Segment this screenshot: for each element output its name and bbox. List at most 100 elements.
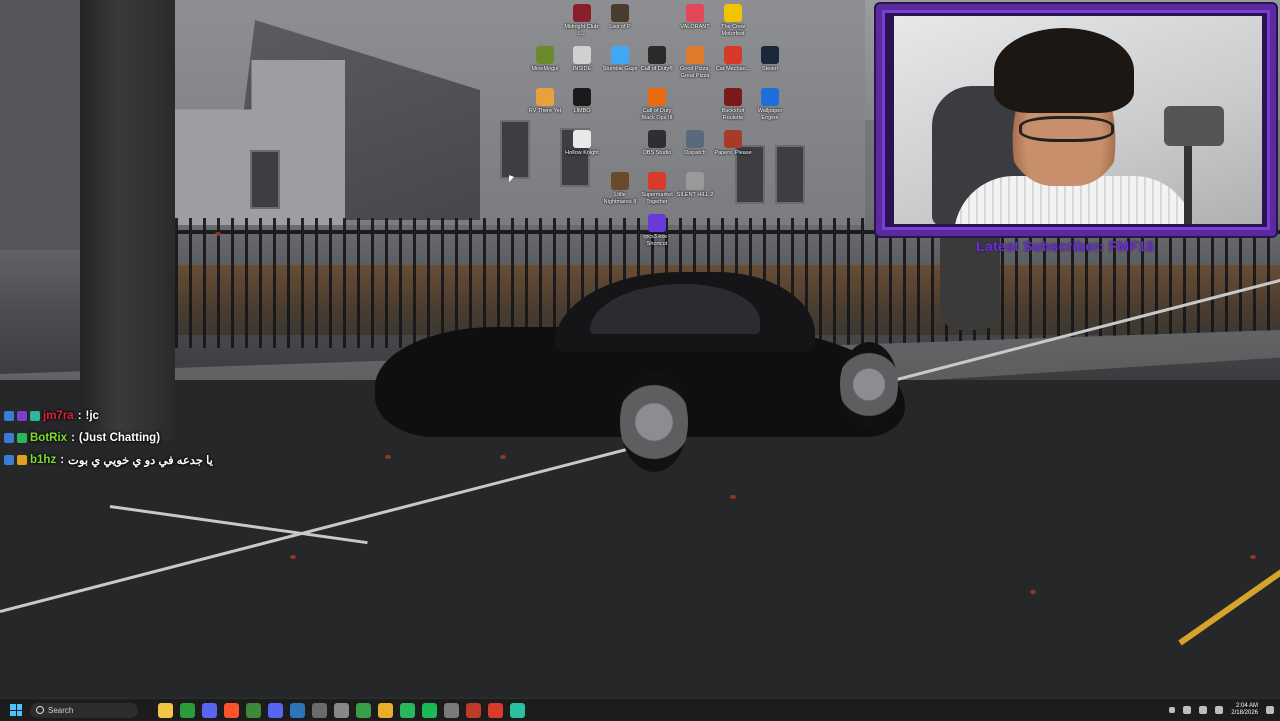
desktop-shortcut[interactable]: VALORANT xyxy=(676,4,714,31)
network-icon[interactable] xyxy=(1183,706,1192,714)
desktop-shortcut[interactable]: SILENT HILL 2 xyxy=(676,172,714,199)
tool-app-icon[interactable] xyxy=(444,702,459,718)
wallpaper-left-building xyxy=(0,0,90,250)
brave-icon[interactable] xyxy=(224,702,239,718)
system-tray: 2:04 AM 2/18/2026 xyxy=(1169,703,1274,717)
hollow-knight-icon xyxy=(573,130,591,148)
leaf xyxy=(385,455,391,459)
desktop-shortcut-label: VALORANT xyxy=(680,24,710,30)
papers-please-icon xyxy=(724,130,742,148)
midnight-club-icon xyxy=(573,4,591,22)
desktop-shortcut[interactable]: Car Mechan... xyxy=(714,46,752,73)
capcut-icon[interactable] xyxy=(488,702,503,718)
car-mechanic-icon xyxy=(724,46,742,64)
desktop-shortcut[interactable]: Wallpaper Engine xyxy=(751,88,789,121)
desktop-shortcut[interactable]: Steam xyxy=(751,46,789,73)
desktop-shortcut[interactable]: Stumble Guys xyxy=(601,46,639,73)
desktop-shortcut-label: Good Pizza, Great Pizza xyxy=(680,66,710,79)
desktop-shortcut-label: Car Mechan... xyxy=(715,66,751,72)
rpcs3-icon xyxy=(648,214,666,232)
chat-overlay: jm7ra: !jc BotRix: (Just Chatting) b1hz: يا ج… xyxy=(4,405,213,471)
settings-app-icon[interactable] xyxy=(334,702,349,718)
desktop-shortcut[interactable]: OBS Studio xyxy=(638,130,676,157)
taskbar-apps xyxy=(158,702,525,718)
stream-app-icon[interactable] xyxy=(510,702,525,718)
game-app-icon[interactable] xyxy=(312,702,327,718)
chat-text: يا جدعه في دو ي خويي ي بوت xyxy=(68,455,213,467)
chat-app-icon[interactable] xyxy=(246,702,261,718)
taskbar: Search 2:04 AM 2/18/2026 xyxy=(0,698,1280,721)
taskbar-clock[interactable]: 2:04 AM 2/18/2026 xyxy=(1231,703,1258,717)
chevron-up-icon[interactable] xyxy=(1169,707,1176,713)
desktop-shortcut[interactable]: Papers, Please xyxy=(714,130,752,157)
desktop-shortcut-label: Papers, Please xyxy=(714,150,752,156)
chat-message: b1hz: يا جدعه في دو ي خويي ي بوت xyxy=(4,449,213,471)
desktop-shortcut[interactable]: LIMBO xyxy=(563,88,601,115)
search-icon xyxy=(36,706,44,714)
webcam-frame xyxy=(876,4,1276,236)
silent-hill-icon xyxy=(686,172,704,190)
desktop-shortcut[interactable]: The Crew Motorfest xyxy=(714,4,752,37)
desktop-shortcut[interactable]: rpcs3.exe - Shortcut xyxy=(638,214,676,247)
desktop-shortcut[interactable]: Midnight Club: L... xyxy=(563,4,601,37)
buckshot-icon xyxy=(724,88,742,106)
desktop-shortcut[interactable]: Dispatch xyxy=(676,130,714,157)
desktop-shortcut[interactable]: Call of Duty Black Ops III xyxy=(638,88,676,121)
steam-taskbar-icon[interactable] xyxy=(290,702,305,718)
chat-badge-icon xyxy=(17,411,27,421)
desktop-shortcut[interactable]: INSIDE xyxy=(563,46,601,73)
notes-app-icon[interactable] xyxy=(378,702,393,718)
file-explorer-icon[interactable] xyxy=(158,702,173,718)
desktop-shortcut-label: rpcs3.exe - Shortcut xyxy=(643,234,671,247)
desktop-shortcut-label: Dispatch xyxy=(684,150,706,156)
rv-there-yet-icon xyxy=(536,88,554,106)
chat-username: BotRix xyxy=(30,432,68,444)
taskbar-search[interactable]: Search xyxy=(30,702,138,718)
little-nightmares-icon xyxy=(611,172,629,190)
desktop-shortcut[interactable]: RV There Yet xyxy=(526,88,564,115)
chat-badge-icon xyxy=(17,433,27,443)
clock-time: 2:04 AM xyxy=(1235,703,1258,709)
desktop-shortcut-label: Little Nightmares II xyxy=(603,192,637,205)
leaf xyxy=(290,555,296,559)
xbox-icon[interactable] xyxy=(180,702,195,718)
streamer-glasses xyxy=(1019,116,1114,142)
desktop-shortcut-label: Buckshot Roulette xyxy=(721,108,745,121)
clock-date: 2/18/2026 xyxy=(1231,710,1258,716)
wallpaper-car xyxy=(375,272,905,472)
desktop-shortcut-label: INSIDE xyxy=(572,66,592,72)
desktop-shortcut[interactable]: Good Pizza, Great Pizza xyxy=(676,46,714,79)
discord-alt-icon[interactable] xyxy=(268,702,283,718)
terminal-app-icon[interactable] xyxy=(466,702,481,718)
chat-message: jm7ra: !jc xyxy=(4,405,213,427)
start-button[interactable] xyxy=(10,704,22,716)
desktop-shortcut[interactable]: Buckshot Roulette xyxy=(714,88,752,121)
car-wheel xyxy=(840,342,898,427)
minemogul-icon xyxy=(536,46,554,64)
wallpaper-tree xyxy=(80,0,175,440)
search-placeholder: Search xyxy=(48,705,74,715)
desktop-shortcut[interactable]: Little Nightmares II xyxy=(601,172,639,205)
desktop-shortcut[interactable]: Call of Duty® xyxy=(638,46,676,73)
mic-arm xyxy=(1184,146,1192,224)
desktop-shortcut[interactable]: Lies of P xyxy=(601,4,639,31)
wallpaper-window xyxy=(500,120,530,179)
desktop-shortcut[interactable]: Supermarket Together xyxy=(638,172,676,205)
desktop-shortcut-label: Stumble Guys xyxy=(602,66,638,72)
desktop-shortcut[interactable]: MineMogul xyxy=(526,46,564,73)
leaf xyxy=(215,232,221,236)
volume-icon[interactable] xyxy=(1199,706,1208,714)
chrome-icon[interactable] xyxy=(356,702,371,718)
spotify-icon[interactable] xyxy=(422,702,437,718)
discord-icon[interactable] xyxy=(202,702,217,718)
inside-icon xyxy=(573,46,591,64)
desktop-shortcut-label: Wallpaper Engine xyxy=(757,108,783,121)
desktop-shortcut[interactable]: Hollow Knight xyxy=(563,130,601,157)
notifications-icon[interactable] xyxy=(1266,706,1274,714)
chat-badge-icon xyxy=(4,411,14,421)
battery-icon[interactable] xyxy=(1215,706,1224,714)
windows-logo-icon xyxy=(10,704,16,710)
xbox-bar-icon[interactable] xyxy=(400,702,415,718)
good-pizza-icon xyxy=(686,46,704,64)
chat-message: BotRix: (Just Chatting) xyxy=(4,427,213,449)
